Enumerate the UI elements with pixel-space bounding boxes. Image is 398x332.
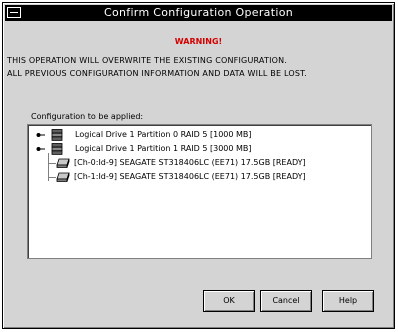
tree-expander-icon[interactable] [36, 146, 45, 152]
configuration-tree[interactable]: Logical Drive 1 Partition 0 RAID 5 [1000… [27, 124, 372, 259]
dialog-button-bar: OK Cancel Help [195, 290, 385, 315]
ok-button[interactable]: OK [203, 290, 255, 312]
logical-drive-icon [51, 143, 63, 155]
window-title: Confirm Configuration Operation [104, 6, 293, 19]
warning-message-line-1: THIS OPERATION WILL OVERWRITE THE EXISTI… [7, 56, 288, 65]
tree-expander-icon[interactable] [36, 132, 45, 138]
tree-item-physical-disk[interactable]: [Ch-0:Id-9] SEAGATE ST318406LC (EE71) 17… [50, 156, 370, 170]
warning-message-line-2: ALL PREVIOUS CONFIGURATION INFORMATION A… [7, 69, 307, 78]
tree-item-label: [Ch-0:Id-9] SEAGATE ST318406LC (EE71) 17… [74, 158, 306, 167]
tree-item-physical-disk[interactable]: [Ch-1:Id-9] SEAGATE ST318406LC (EE71) 17… [50, 170, 370, 184]
physical-disk-icon [56, 158, 70, 168]
tree-item-label: Logical Drive 1 Partition 0 RAID 5 [1000… [75, 130, 252, 139]
tree-item-label: Logical Drive 1 Partition 1 RAID 5 [3000… [75, 144, 252, 153]
tree-item-logical-drive[interactable]: Logical Drive 1 Partition 0 RAID 5 [1000… [36, 128, 366, 142]
tree-item-logical-drive[interactable]: Logical Drive 1 Partition 1 RAID 5 [3000… [36, 142, 366, 156]
physical-disk-icon [56, 172, 70, 182]
logical-drive-icon [51, 129, 63, 141]
help-button[interactable]: Help [322, 290, 374, 312]
warning-heading: WARNING! [174, 37, 223, 46]
title-bar: Confirm Configuration Operation [5, 5, 392, 21]
cancel-button[interactable]: Cancel [260, 290, 312, 312]
confirm-configuration-dialog: Confirm Configuration Operation WARNING!… [2, 2, 395, 329]
configuration-label: Configuration to be applied: [31, 112, 144, 121]
tree-item-label: [Ch-1:Id-9] SEAGATE ST318406LC (EE71) 17… [74, 172, 306, 181]
